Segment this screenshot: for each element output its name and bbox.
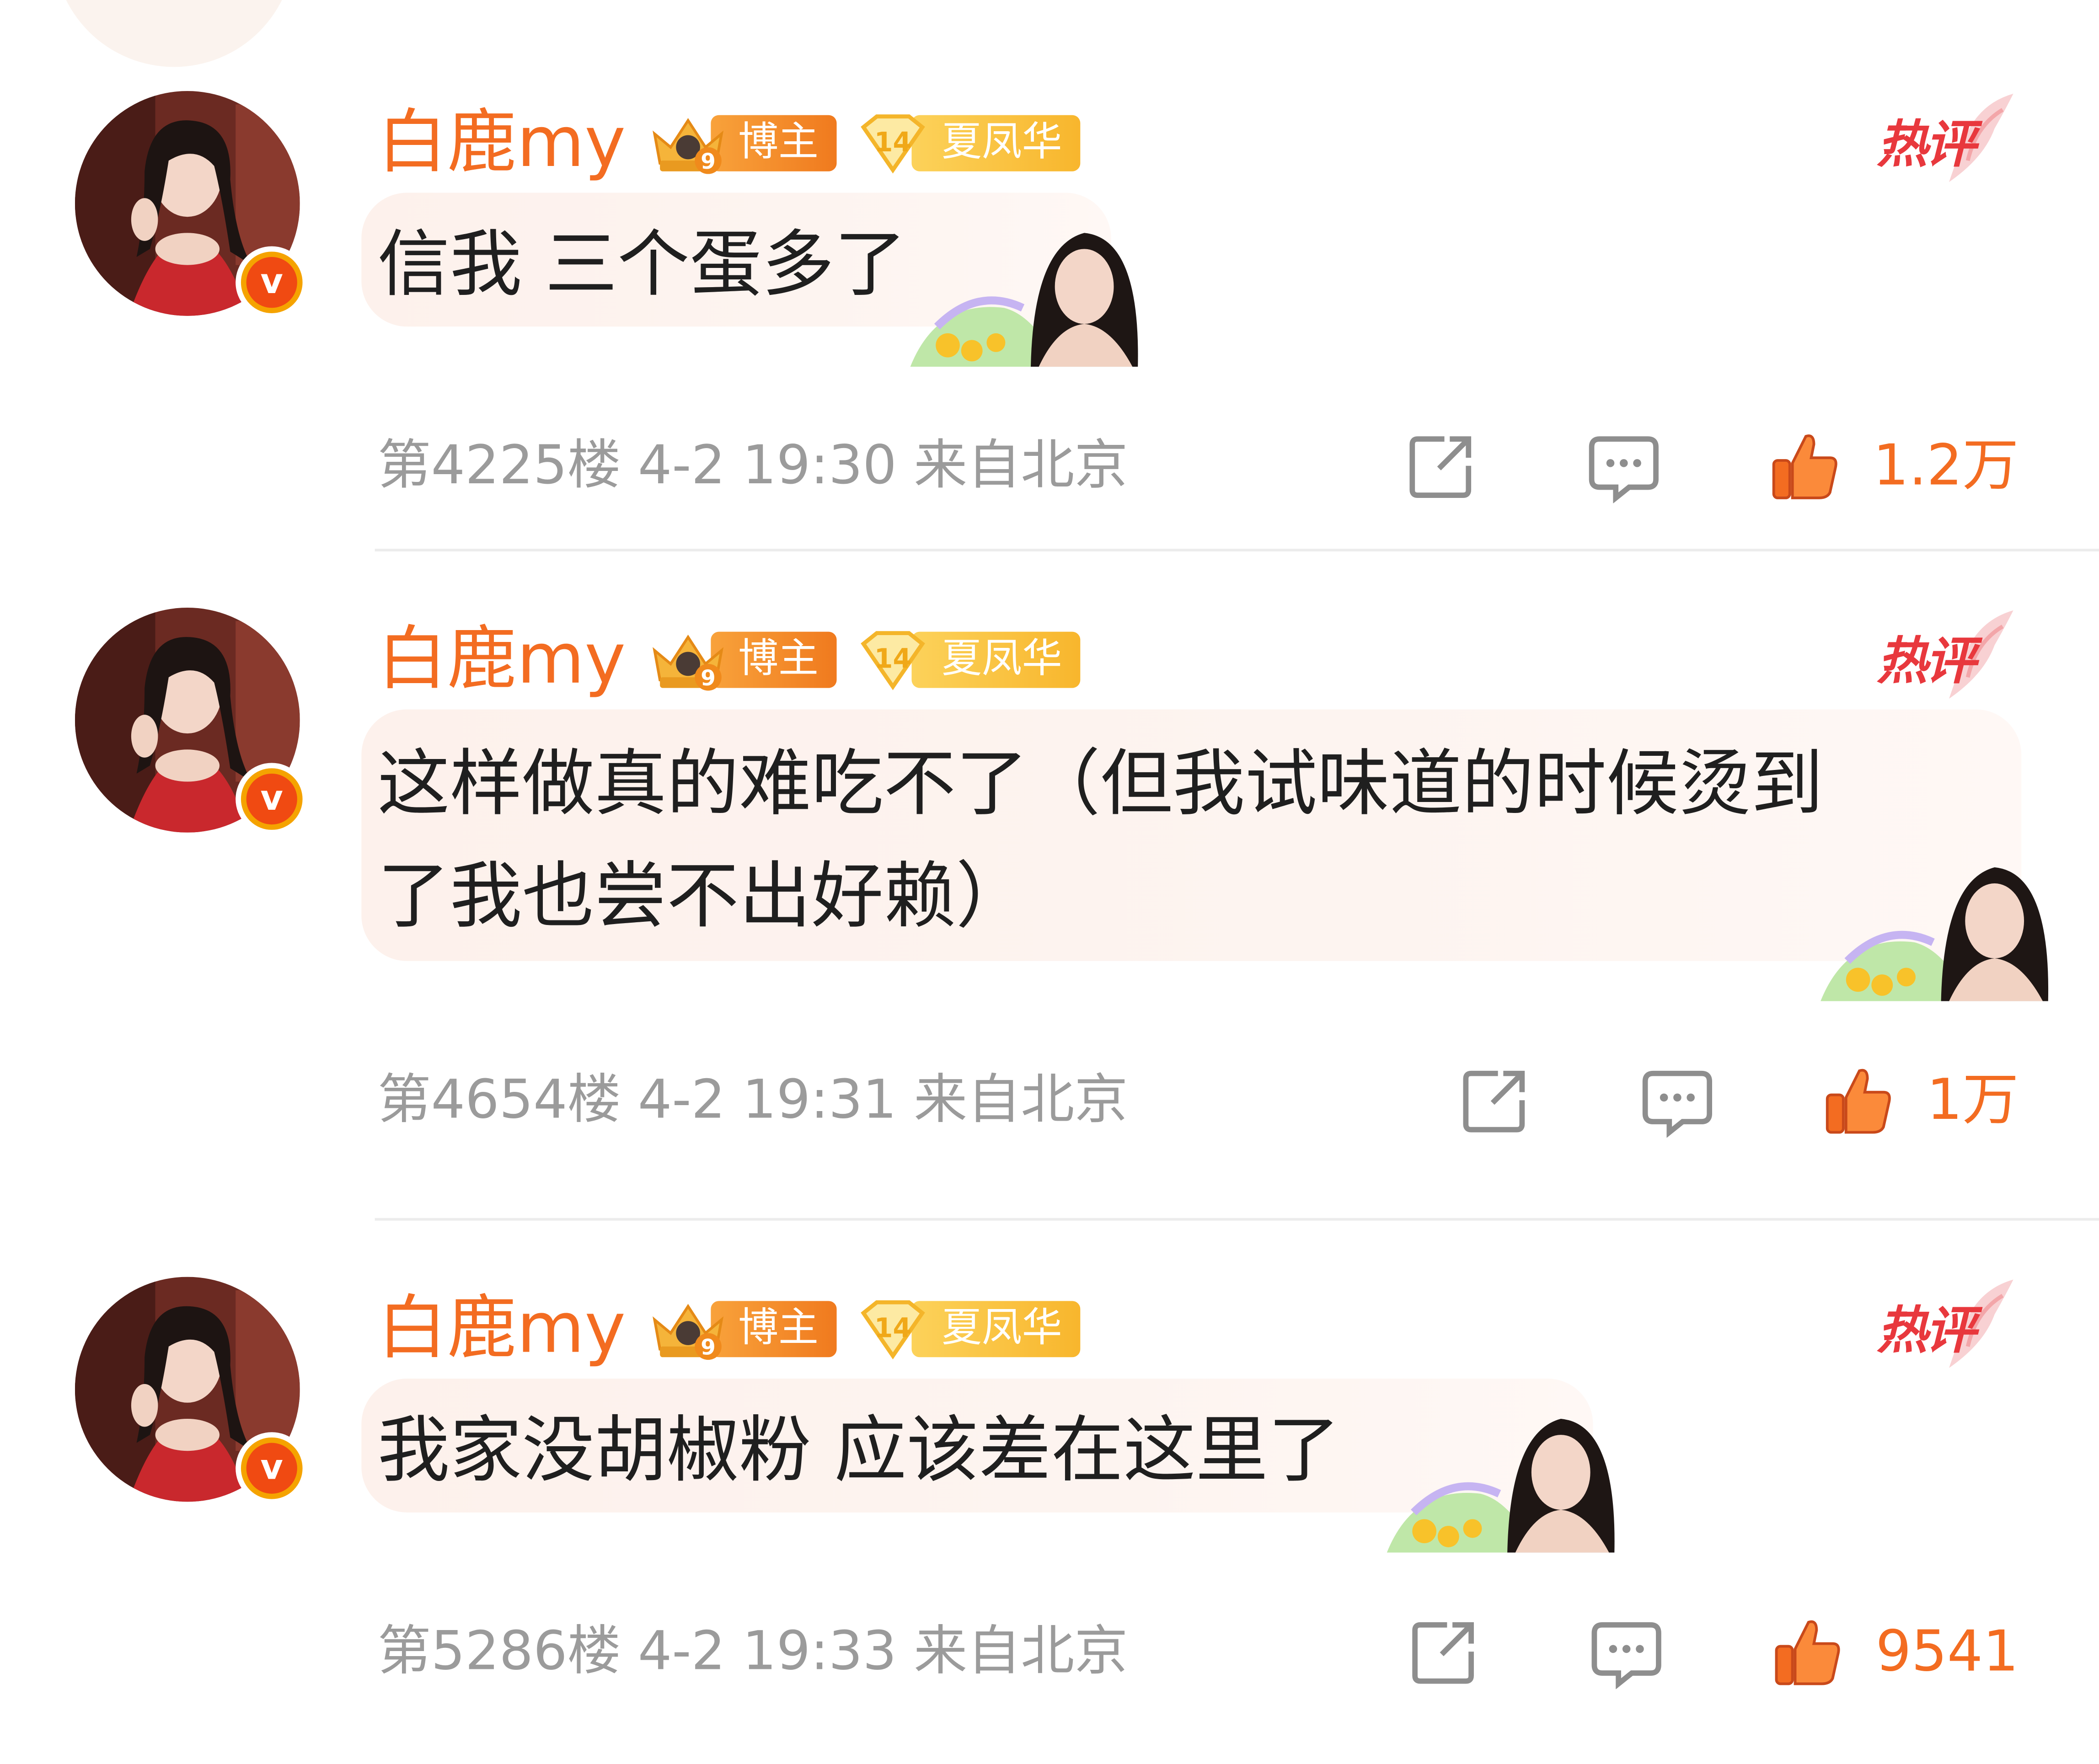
svg-text:14: 14 (875, 643, 912, 674)
comment-location: 来自北京 (914, 435, 1128, 497)
comment-text: 我家没胡椒粉 应该差在这里了 (377, 1395, 1340, 1507)
user-line: 白鹿my 9 博主 14 夏凤华 (377, 616, 1081, 704)
comment-meta: 第4654楼 4-2 19:31 来自北京 (377, 1060, 1128, 1140)
hot-comment-tag: 热评 (1869, 1277, 2016, 1384)
sticker-portrait (1387, 1418, 1615, 1553)
comment-text-line: 了我也尝不出好赖） (377, 854, 1028, 939)
comment-text: 这样做真的难吃不了（但我试味道的时候烫到 了我也尝不出好赖） (377, 728, 1823, 953)
username[interactable]: 白鹿my (377, 1285, 626, 1373)
fan-diamond-icon: 14 (861, 631, 926, 690)
hot-label: 热评 (1877, 115, 1976, 174)
comment-meta: 第4225楼 4-2 19:30 来自北京 (377, 426, 1128, 506)
comment-date: 4-2 (637, 435, 726, 497)
hot-label: 热评 (1877, 631, 1976, 691)
crown-icon: 9 (653, 635, 724, 691)
sticker-portrait (1821, 867, 2049, 1001)
comment-time: 19:31 (742, 1069, 897, 1131)
comment-list-page: v 白鹿my 9 博主 14 夏凤华 热评 信我 三个蛋多了 第4225楼 4-… (0, 0, 2099, 1764)
hot-label: 热评 (1877, 1301, 1976, 1360)
comment-text: 信我 三个蛋多了 (377, 209, 906, 321)
fan-diamond-icon: 14 (861, 1300, 926, 1360)
fan-diamond-icon: 14 (861, 114, 926, 174)
blogger-badge[interactable]: 9 博主 (650, 111, 837, 176)
comment-text-line: 这样做真的难吃不了（但我试味道的时候烫到 (377, 741, 1823, 826)
avatar[interactable]: v (75, 607, 308, 835)
comment-actions: 1.2万 (1404, 426, 2019, 506)
thumbs-up-icon[interactable] (1822, 1063, 1897, 1138)
blogger-badge[interactable]: 9 博主 (650, 628, 837, 692)
hot-comment-tag: 热评 (1869, 91, 2016, 198)
crown-icon: 9 (653, 118, 724, 174)
svg-text:9: 9 (701, 1335, 717, 1360)
blogger-badge-label: 博主 (711, 631, 837, 688)
floor-number: 第4225楼 (377, 435, 621, 497)
share-icon[interactable] (1404, 428, 1479, 503)
share-icon[interactable] (1407, 1614, 1482, 1689)
verified-v-icon: v (236, 1432, 308, 1505)
share-icon[interactable] (1458, 1063, 1533, 1138)
fan-badge-label: 夏凤华 (912, 115, 1081, 171)
verified-v-icon: v (236, 763, 308, 835)
svg-text:9: 9 (701, 666, 717, 691)
comment-time: 19:33 (742, 1620, 897, 1683)
username[interactable]: 白鹿my (377, 99, 626, 187)
like-count: 1万 (1927, 1067, 2019, 1133)
thumbs-up-icon[interactable] (1771, 1614, 1846, 1689)
fan-level-badge[interactable]: 14 夏凤华 (856, 1297, 1081, 1362)
comment-text-line: 我家没胡椒粉 应该差在这里了 (377, 1408, 1340, 1492)
svg-text:14: 14 (875, 127, 912, 158)
like-count: 1.2万 (1873, 432, 2019, 498)
comment-location: 来自北京 (914, 1620, 1128, 1683)
svg-text:14: 14 (875, 1312, 912, 1343)
svg-text:9: 9 (701, 150, 717, 174)
divider (375, 1218, 2099, 1221)
blogger-badge[interactable]: 9 博主 (650, 1297, 837, 1362)
comment-actions: 1万 (1458, 1060, 2019, 1140)
comment-icon[interactable] (1640, 1063, 1715, 1138)
user-line: 白鹿my 9 博主 14 夏凤华 (377, 1285, 1081, 1373)
fan-level-badge[interactable]: 14 夏凤华 (856, 628, 1081, 692)
fan-level-badge[interactable]: 14 夏凤华 (856, 111, 1081, 176)
avatar[interactable]: v (75, 1277, 308, 1505)
comment-date: 4-2 (637, 1620, 726, 1683)
thumbs-up-icon[interactable] (1769, 428, 1844, 503)
comment-icon[interactable] (1586, 428, 1661, 503)
sticker-portrait (910, 233, 1138, 367)
user-line: 白鹿my 9 博主 14 夏凤华 (377, 99, 1081, 187)
divider (375, 549, 2099, 552)
comment-date: 4-2 (637, 1069, 726, 1131)
avatar[interactable]: v (75, 91, 308, 319)
comment-time: 19:30 (742, 435, 897, 497)
blogger-badge-label: 博主 (711, 1301, 837, 1358)
fan-badge-label: 夏凤华 (912, 631, 1081, 688)
comment-icon[interactable] (1589, 1614, 1664, 1689)
previous-content-thumbnail (54, 0, 295, 67)
fan-badge-label: 夏凤华 (912, 1301, 1081, 1358)
comment-actions: 9541 (1407, 1611, 2019, 1692)
floor-number: 第5286楼 (377, 1620, 621, 1683)
floor-number: 第4654楼 (377, 1069, 621, 1131)
username[interactable]: 白鹿my (377, 616, 626, 704)
hot-comment-tag: 热评 (1869, 608, 2016, 715)
comment-location: 来自北京 (914, 1069, 1128, 1131)
like-count: 9541 (1875, 1618, 2019, 1684)
comment-meta: 第5286楼 4-2 19:33 来自北京 (377, 1611, 1128, 1692)
blogger-badge-label: 博主 (711, 115, 837, 171)
verified-v-icon: v (236, 246, 308, 319)
comment-text-line: 信我 三个蛋多了 (377, 222, 907, 307)
crown-icon: 9 (653, 1304, 724, 1360)
